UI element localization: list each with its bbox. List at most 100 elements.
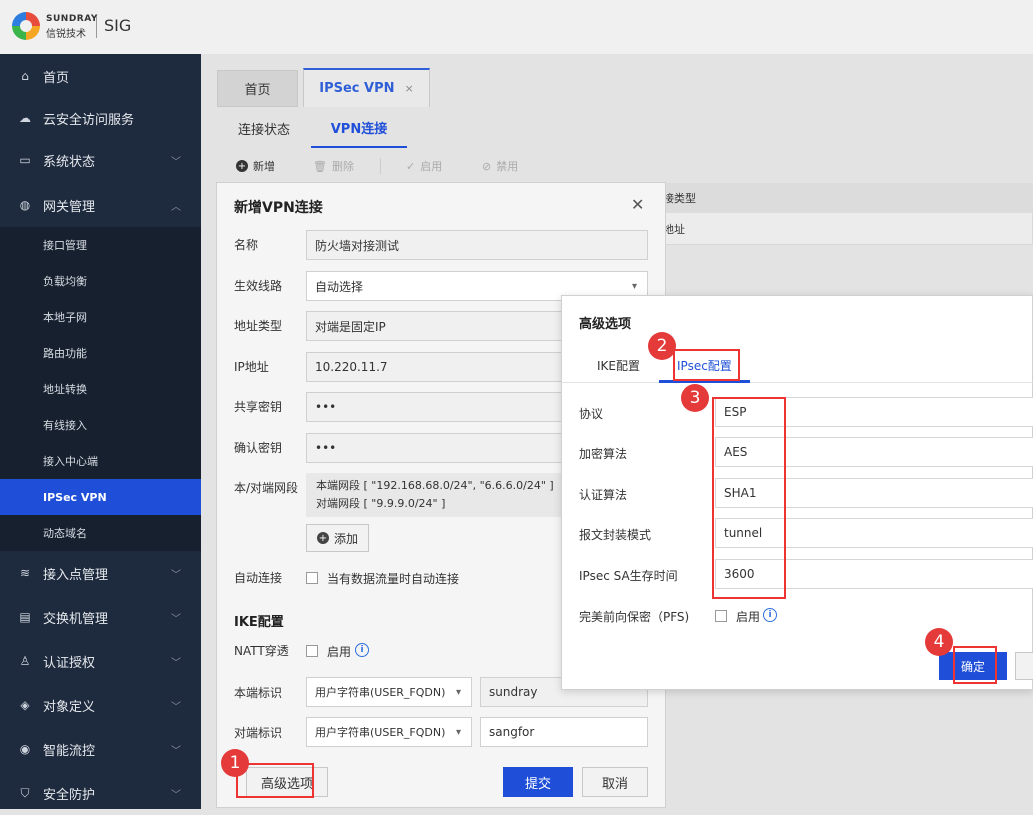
sidebar-sub-wired[interactable]: 有线接入: [0, 407, 201, 443]
step-marker-2: 2: [648, 332, 676, 360]
ike-section-title: IKE配置: [234, 615, 284, 630]
product-name: SIG: [104, 16, 132, 35]
sidebar-sub-nat[interactable]: 地址转换: [0, 371, 201, 407]
natt-label: NATT穿透: [234, 644, 289, 658]
wifi-icon: ≋: [19, 566, 31, 580]
encap-mode-label: 报文封装模式: [579, 528, 652, 542]
auto-connect-label: 自动连接: [234, 571, 283, 585]
sidebar-sub-loadbalance[interactable]: 负载均衡: [0, 263, 201, 299]
shield-icon: ⛉: [20, 785, 30, 800]
sidebar-sub-interface[interactable]: 接口管理: [0, 227, 201, 263]
chevron-down-icon: ﹀: [171, 745, 181, 757]
ip-label: IP地址: [234, 360, 269, 374]
local-id-label: 本端标识: [234, 686, 283, 700]
natt-checkbox[interactable]: [306, 645, 318, 657]
sidebar-item-flow[interactable]: ◉ 智能流控 ﹀: [0, 727, 201, 771]
sundray-logo-icon: [12, 12, 40, 40]
table-cell: 地址: [663, 223, 685, 236]
globe-icon: ◍: [19, 198, 31, 212]
sidebar-sub-routing[interactable]: 路由功能: [0, 335, 201, 371]
protocol-label: 协议: [579, 407, 604, 421]
cube-icon: ◈: [20, 698, 30, 712]
monitor-icon: ▭: [19, 153, 31, 167]
sidebar-item-system[interactable]: ▭ 系统状态 ﹀: [0, 138, 201, 182]
sidebar-item-home[interactable]: ⌂ 首页: [0, 54, 201, 98]
chevron-down-icon: ﹀: [171, 156, 181, 168]
chevron-down-icon: ﹀: [171, 701, 181, 713]
pfs-checkbox[interactable]: [715, 610, 727, 622]
step-marker-4: 4: [925, 628, 953, 656]
segment-label: 本/对端网段: [234, 481, 299, 495]
switch-icon: ▤: [19, 610, 31, 624]
home-icon: ⌂: [21, 69, 29, 83]
enable-button[interactable]: ✓ 启用: [406, 157, 442, 175]
cancel-button-partial[interactable]: [1015, 652, 1033, 680]
peer-id-type-select[interactable]: 用户字符串(USER_FQDN): [306, 717, 472, 747]
top-bar: [0, 0, 1033, 54]
cancel-button[interactable]: 取消: [582, 767, 648, 797]
sidebar-item-object[interactable]: ◈ 对象定义 ﹀: [0, 683, 201, 727]
disable-button[interactable]: ⊘ 禁用: [482, 157, 518, 175]
auto-connect-text: 当有数据流量时自动连接: [327, 572, 460, 586]
tab-divider: [562, 382, 1033, 383]
chevron-down-icon: ﹀: [171, 789, 181, 801]
peer-id-label: 对端标识: [234, 726, 283, 740]
info-icon[interactable]: i: [355, 643, 369, 657]
plus-circle-icon: +: [236, 160, 248, 172]
add-button[interactable]: + 新增: [236, 157, 275, 175]
sidebar-item-ap[interactable]: ≋ 接入点管理 ﹀: [0, 551, 201, 595]
ban-icon: ⊘: [482, 159, 492, 173]
check-icon: ✓: [406, 159, 416, 173]
local-id-type-select[interactable]: 用户字符串(USER_FQDN): [306, 677, 472, 707]
chevron-up-icon: ︿: [171, 201, 181, 213]
close-icon[interactable]: ✕: [631, 195, 644, 214]
tab-ipsec-vpn[interactable]: IPSec VPN ×: [303, 68, 430, 107]
highlight-ipsec-fields: [712, 397, 786, 599]
sidebar-sub-ipsec[interactable]: IPSec VPN: [0, 479, 201, 515]
advanced-title: 高级选项: [579, 317, 632, 332]
add-segment-button[interactable]: + 添加: [306, 524, 369, 552]
encryption-label: 加密算法: [579, 447, 628, 461]
sidebar-item-gateway[interactable]: ◍ 网关管理 ︿: [0, 183, 201, 227]
sidebar-item-switch[interactable]: ▤ 交换机管理 ﹀: [0, 595, 201, 639]
table-header: 接类型: [655, 183, 1033, 213]
psk-label: 共享密钥: [234, 400, 283, 414]
submit-button[interactable]: 提交: [503, 767, 573, 797]
plus-circle-icon: +: [316, 532, 329, 544]
brand-en: SUNDRAY: [46, 14, 98, 24]
brand-cn: 信锐技术: [46, 29, 86, 40]
trash-icon: 🗑: [313, 159, 327, 173]
sidebar-item-security[interactable]: ⛉ 安全防护 ﹀: [0, 771, 201, 815]
name-label: 名称: [234, 238, 259, 252]
auto-connect-checkbox[interactable]: [306, 572, 318, 584]
info-icon[interactable]: i: [763, 608, 777, 622]
sidebar-sub-localsubnet[interactable]: 本地子网: [0, 299, 201, 335]
close-icon[interactable]: ×: [405, 82, 414, 95]
logo-divider: [96, 16, 97, 38]
subtab-status[interactable]: 连接状态: [238, 108, 290, 148]
pfs-text: 启用: [736, 610, 761, 624]
tab-home[interactable]: 首页: [217, 70, 298, 107]
natt-text: 启用: [327, 645, 352, 659]
sidebar-sub-ddns[interactable]: 动态域名: [0, 515, 201, 551]
sidebar-sub-center[interactable]: 接入中心端: [0, 443, 201, 479]
chevron-down-icon: ﹀: [171, 657, 181, 669]
sidebar-item-cloud[interactable]: ☁ 云安全访问服务: [0, 96, 201, 140]
peer-id-input[interactable]: sangfor: [480, 717, 648, 747]
chevron-down-icon: ﹀: [171, 613, 181, 625]
chevron-down-icon: ﹀: [171, 569, 181, 581]
highlight-confirm-button: [953, 646, 997, 684]
subtab-vpn[interactable]: VPN连接: [311, 108, 407, 148]
sidebar-item-auth[interactable]: ♙ 认证授权 ﹀: [0, 639, 201, 683]
cloud-icon: ☁: [19, 111, 31, 125]
dialog-title: 新增VPN连接: [234, 200, 323, 216]
pfs-label: 完美前向保密（PFS): [579, 610, 690, 624]
step-marker-3: 3: [681, 384, 709, 412]
delete-button[interactable]: 🗑 删除: [313, 157, 354, 175]
auth-alg-label: 认证算法: [579, 488, 628, 502]
name-input[interactable]: 防火墙对接测试: [306, 230, 648, 260]
highlight-ipsec-tab: [673, 349, 740, 381]
tab-ike-config[interactable]: IKE配置: [597, 357, 640, 374]
step-marker-1: 1: [221, 749, 249, 777]
drop-icon: ◉: [19, 742, 31, 756]
